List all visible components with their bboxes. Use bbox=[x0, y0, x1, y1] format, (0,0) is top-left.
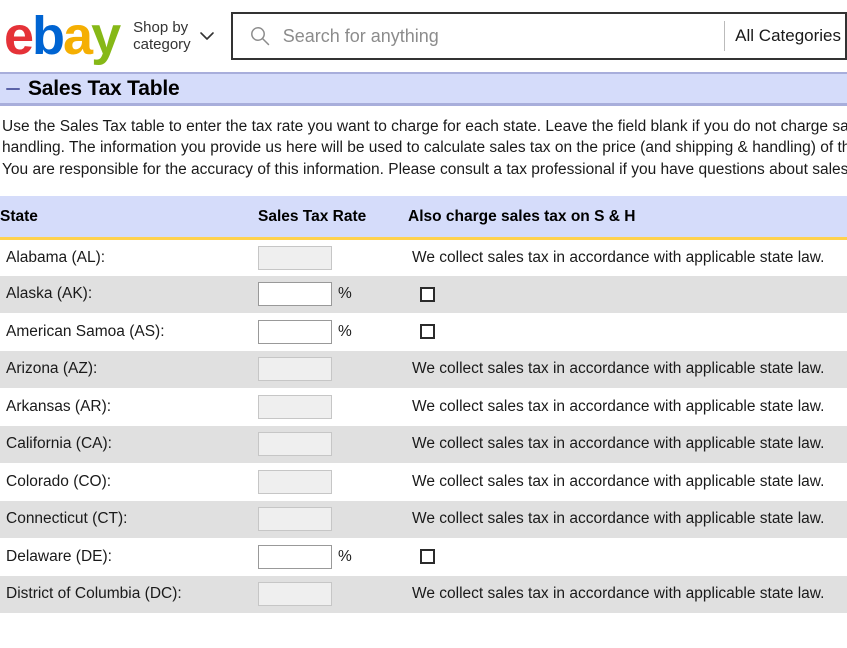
column-header-rate: Sales Tax Rate bbox=[258, 196, 408, 240]
rate-cell bbox=[258, 576, 408, 614]
table-row: Arizona (AZ): We collect sales tax in acc… bbox=[0, 350, 847, 389]
logo-letter-y: y bbox=[91, 6, 121, 66]
percent-symbol: % bbox=[338, 547, 352, 565]
tax-rate-input bbox=[258, 394, 332, 419]
tax-rate-input bbox=[258, 582, 332, 607]
table-row: California (CA): We collect sales tax in … bbox=[0, 425, 847, 464]
tax-rate-input bbox=[258, 245, 332, 270]
intro-text: Use the Sales Tax table to enter the tax… bbox=[2, 118, 847, 178]
sh-cell: We collect sales tax in accordance with … bbox=[408, 576, 847, 614]
state-label: American Samoa (AS): bbox=[6, 322, 165, 340]
rate-cell bbox=[258, 501, 408, 539]
percent-symbol: % bbox=[338, 285, 352, 303]
table-header-row: State Sales Tax Rate Also charge sales t… bbox=[0, 196, 847, 240]
charge-tax-on-sh-checkbox[interactable] bbox=[420, 286, 435, 302]
charge-tax-on-sh-checkbox[interactable] bbox=[420, 324, 435, 340]
sh-cell: We collect sales tax in accordance with … bbox=[408, 238, 847, 276]
shop-by-category-button[interactable]: Shop by category bbox=[133, 19, 191, 54]
state-label: Arizona (AZ): bbox=[6, 360, 98, 378]
table-row: Delaware (DE):% bbox=[0, 538, 847, 576]
sh-cell bbox=[408, 276, 847, 314]
table-row: Arkansas (AR): We collect sales tax in ac… bbox=[0, 388, 847, 426]
sales-tax-table: State Sales Tax Rate Also charge sales t… bbox=[0, 196, 847, 614]
state-label: Arkansas (AR): bbox=[6, 397, 112, 415]
ebay-logo[interactable]: e b a y bbox=[4, 6, 121, 66]
sh-cell: We collect sales tax in accordance with … bbox=[408, 463, 847, 501]
sh-cell: We collect sales tax in accordance with … bbox=[408, 501, 847, 539]
table-row: Connecticut (CT): We collect sales tax in… bbox=[0, 500, 847, 539]
rate-cell: % bbox=[258, 276, 408, 314]
tax-rate-input[interactable] bbox=[258, 319, 332, 344]
table-row: Alabama (AL): We collect sales tax in acc… bbox=[0, 238, 847, 276]
charge-tax-on-sh-checkbox[interactable] bbox=[420, 549, 435, 565]
table-row: District of Columbia (DC): We collect sal… bbox=[0, 575, 847, 614]
column-header-sh: Also charge sales tax on S & H bbox=[408, 196, 847, 240]
collect-note: We collect sales tax in accordance with … bbox=[412, 360, 825, 378]
tax-rate-input bbox=[258, 507, 332, 532]
collect-note: We collect sales tax in accordance with … bbox=[412, 435, 825, 453]
rate-cell bbox=[258, 238, 408, 276]
rate-cell: % bbox=[258, 313, 408, 351]
shop-by-line-2: category bbox=[133, 36, 191, 53]
state-label: Connecticut (CT): bbox=[6, 510, 128, 528]
section-title-bar: Sales Tax Table bbox=[0, 72, 847, 106]
table-row: American Samoa (AS):% bbox=[0, 313, 847, 351]
collect-note: We collect sales tax in accordance with … bbox=[412, 585, 825, 603]
search-icon bbox=[250, 27, 269, 46]
chevron-down-icon[interactable] bbox=[197, 26, 217, 46]
state-label: Alaska (AK): bbox=[6, 285, 93, 303]
tax-rate-input[interactable] bbox=[258, 544, 332, 569]
sh-cell: We collect sales tax in accordance with … bbox=[408, 426, 847, 464]
tax-rate-input bbox=[258, 432, 332, 457]
search-divider bbox=[724, 21, 726, 51]
logo-letter-a: a bbox=[63, 6, 93, 66]
rate-cell bbox=[258, 426, 408, 464]
rate-cell: % bbox=[258, 538, 408, 576]
table-row: Alaska (AK):% bbox=[0, 275, 847, 314]
sh-cell: We collect sales tax in accordance with … bbox=[408, 351, 847, 389]
rate-cell bbox=[258, 463, 408, 501]
state-label: District of Columbia (DC): bbox=[6, 585, 182, 603]
ebay-global-header: e b a y Shop by category All Categories bbox=[0, 0, 847, 72]
state-label: Alabama (AL): bbox=[6, 248, 106, 266]
page-title: Sales Tax Table bbox=[28, 76, 180, 100]
category-select[interactable]: All Categories bbox=[735, 26, 845, 46]
search-input[interactable] bbox=[280, 24, 725, 48]
logo-letter-e: e bbox=[4, 6, 34, 66]
collect-note: We collect sales tax in accordance with … bbox=[412, 510, 825, 528]
collect-note: We collect sales tax in accordance with … bbox=[412, 472, 825, 490]
tax-rate-input[interactable] bbox=[258, 282, 332, 307]
collect-note: We collect sales tax in accordance with … bbox=[412, 397, 825, 415]
sh-cell: We collect sales tax in accordance with … bbox=[408, 388, 847, 426]
shop-by-line-1: Shop by bbox=[133, 18, 189, 36]
minus-icon[interactable] bbox=[6, 82, 20, 96]
rate-cell bbox=[258, 351, 408, 389]
column-header-state: State bbox=[0, 196, 258, 240]
logo-letter-b: b bbox=[32, 6, 65, 66]
sh-cell bbox=[408, 538, 847, 576]
state-label: Delaware (DE): bbox=[6, 547, 112, 565]
intro-paragraph: Use the Sales Tax table to enter the tax… bbox=[0, 106, 847, 180]
sh-cell bbox=[408, 313, 847, 351]
tax-rate-input bbox=[258, 357, 332, 382]
table-row: Colorado (CO): We collect sales tax in ac… bbox=[0, 463, 847, 501]
tax-rate-input bbox=[258, 469, 332, 494]
table-header: State Sales Tax Rate Also charge sales t… bbox=[0, 196, 847, 240]
collect-note: We collect sales tax in accordance with … bbox=[412, 248, 825, 266]
table-body: Alabama (AL): We collect sales tax in acc… bbox=[0, 238, 847, 614]
search-bar[interactable]: All Categories bbox=[230, 12, 847, 60]
rate-cell bbox=[258, 388, 408, 426]
state-label: California (CA): bbox=[6, 435, 112, 453]
state-label: Colorado (CO): bbox=[6, 472, 112, 490]
percent-symbol: % bbox=[338, 322, 352, 340]
